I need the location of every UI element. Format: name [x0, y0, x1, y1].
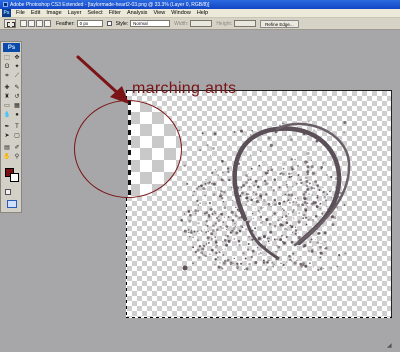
- notes-icon[interactable]: ▤: [3, 145, 11, 152]
- history-brush-icon[interactable]: ↺: [13, 94, 21, 101]
- app-icon: [3, 2, 8, 7]
- lasso-icon[interactable]: ʘ: [3, 64, 11, 71]
- screen-mode-icon[interactable]: [7, 200, 17, 208]
- menu-analysis[interactable]: Analysis: [124, 10, 150, 16]
- menu-file[interactable]: File: [13, 10, 28, 16]
- crop-icon[interactable]: ⌗: [3, 73, 11, 80]
- options-bar: Feather: 0 px Style: Normal Width: Heigh…: [0, 18, 400, 30]
- resize-grip-icon[interactable]: ◢: [387, 342, 392, 349]
- zoom-icon[interactable]: ⚲: [13, 154, 21, 161]
- new-selection-icon[interactable]: [20, 20, 27, 27]
- feather-input[interactable]: 0 px: [76, 20, 103, 27]
- height-input[interactable]: [234, 20, 257, 27]
- menu-view[interactable]: View: [150, 10, 168, 16]
- style-select[interactable]: Normal: [130, 20, 171, 27]
- menu-filter[interactable]: Filter: [106, 10, 124, 16]
- magic-wand-icon[interactable]: ✦: [13, 64, 21, 71]
- shape-icon[interactable]: ▢: [13, 133, 21, 140]
- hand-icon[interactable]: ✋: [3, 154, 11, 161]
- dodge-icon[interactable]: ●: [13, 112, 21, 119]
- blur-icon[interactable]: 💧: [3, 112, 11, 119]
- anti-alias-checkbox[interactable]: [106, 21, 112, 26]
- menu-select[interactable]: Select: [84, 10, 105, 16]
- menu-edit[interactable]: Edit: [28, 10, 43, 16]
- background-color-swatch[interactable]: [10, 173, 19, 182]
- intersect-selection-icon[interactable]: [44, 20, 51, 27]
- eyedropper-icon[interactable]: ✐: [13, 145, 21, 152]
- annotation-label: marching ants: [132, 80, 237, 97]
- height-label: Height:: [216, 20, 233, 27]
- marquee-icon[interactable]: ⬚: [3, 55, 11, 62]
- magnifier-circle: [74, 100, 182, 198]
- tool-preset-picker[interactable]: [4, 19, 16, 28]
- width-input[interactable]: [190, 20, 213, 27]
- gradient-icon[interactable]: ▦: [13, 103, 21, 110]
- quick-mask-icon[interactable]: [5, 189, 11, 195]
- photoshop-window: Adobe Photoshop CS3 Extended - [taylorma…: [0, 0, 400, 352]
- width-label: Width:: [174, 20, 189, 27]
- type-icon[interactable]: T: [13, 124, 21, 131]
- subtract-selection-icon[interactable]: [36, 20, 43, 27]
- move-icon[interactable]: ✥: [13, 55, 21, 62]
- pen-icon[interactable]: ✒: [3, 124, 11, 131]
- brush-icon[interactable]: ✎: [13, 85, 21, 92]
- clone-stamp-icon[interactable]: ♜: [3, 94, 11, 101]
- toolbox-ps-logo: Ps: [3, 43, 20, 52]
- ps-logo-icon: Ps: [2, 9, 11, 17]
- marching-ants-bottom: [126, 317, 392, 318]
- window-title: Adobe Photoshop CS3 Extended - [taylorma…: [10, 1, 210, 8]
- path-selection-icon[interactable]: ➤: [3, 133, 11, 140]
- add-selection-icon[interactable]: [28, 20, 35, 27]
- slice-icon[interactable]: ⟋: [13, 73, 21, 80]
- refine-edge-button[interactable]: Refine Edge...: [260, 19, 299, 28]
- title-bar: Adobe Photoshop CS3 Extended - [taylorma…: [0, 0, 400, 9]
- menu-layer[interactable]: Layer: [65, 10, 85, 16]
- menu-window[interactable]: Window: [168, 10, 194, 16]
- healing-brush-icon[interactable]: ✚: [3, 85, 11, 92]
- menu-image[interactable]: Image: [43, 10, 64, 16]
- menu-help[interactable]: Help: [194, 10, 211, 16]
- style-label: Style:: [115, 20, 129, 27]
- menu-bar: Ps File Edit Image Layer Select Filter A…: [0, 9, 400, 18]
- toolbox: Ps ⬚ ✥ ʘ ✦ ⌗ ⟋ ✚ ✎ ♜ ↺ ▭ ▦ 💧 ● ✒ T ➤ ▢ ▤ ✐ ✋ ⚲: [0, 41, 22, 213]
- feather-label: Feather:: [56, 20, 75, 27]
- eraser-icon[interactable]: ▭: [3, 103, 11, 110]
